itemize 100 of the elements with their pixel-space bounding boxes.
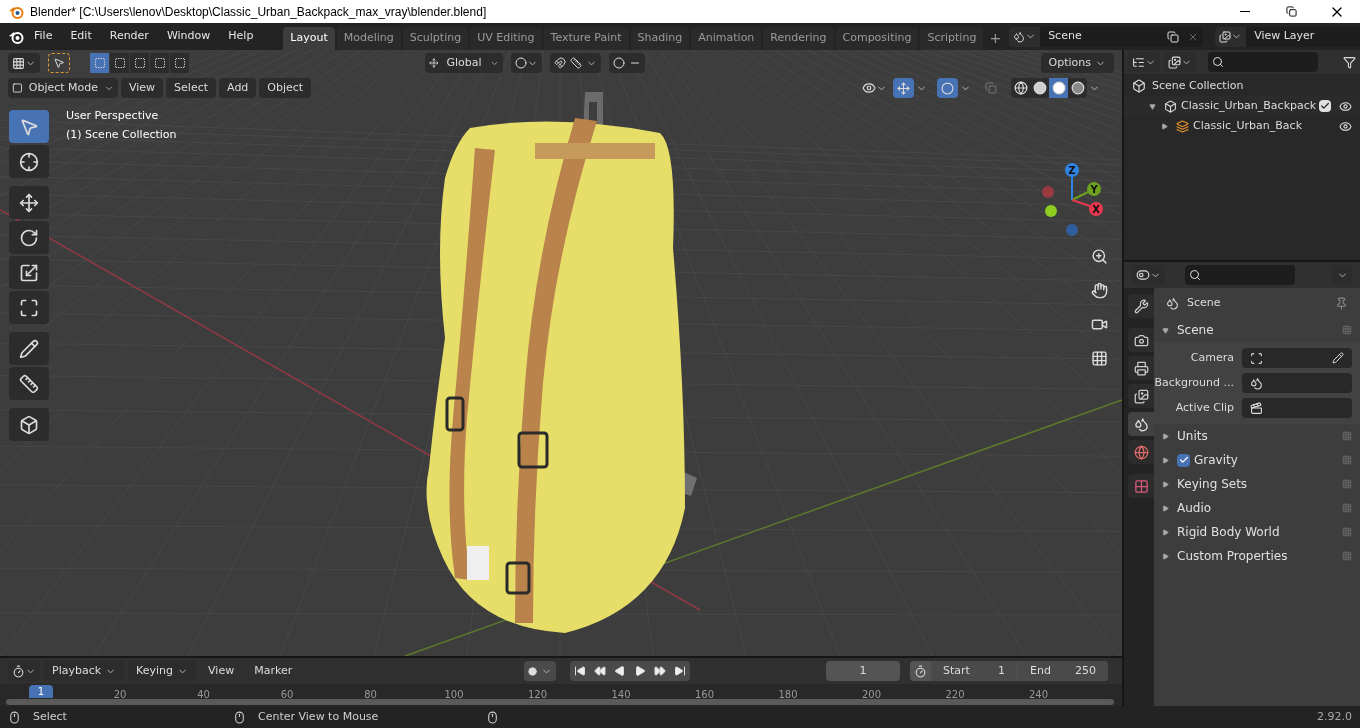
drag-handle-icon[interactable] (1342, 503, 1352, 513)
drag-handle-icon[interactable] (1342, 527, 1352, 537)
viewport-menu[interactable]: Add (219, 78, 257, 98)
workspace-tab[interactable]: Compositing (835, 27, 919, 50)
workspace-tab[interactable]: Shading (630, 27, 690, 50)
eyedropper-icon[interactable] (1332, 352, 1344, 364)
viewport-menu[interactable]: Select (166, 78, 217, 98)
snap-button[interactable] (549, 53, 601, 73)
mode-dropdown[interactable]: Object Mode (8, 78, 118, 98)
properties-tab[interactable] (1128, 294, 1154, 318)
toolbar-tool[interactable] (9, 221, 49, 254)
start-frame-field[interactable]: Start 1 (931, 661, 1017, 681)
select-mode-button[interactable] (110, 53, 129, 73)
view-layer-selector[interactable]: View Layer (1215, 26, 1360, 47)
shaded-sphere-icon (1070, 81, 1085, 95)
field-input[interactable] (1242, 398, 1352, 418)
drag-handle-icon[interactable] (1342, 551, 1352, 561)
workspace-tab[interactable]: Modeling (336, 27, 401, 50)
drag-handle-icon[interactable] (1342, 479, 1352, 489)
workspace-tab[interactable]: Scripting (920, 27, 984, 50)
drag-handle-icon[interactable] (1342, 325, 1352, 335)
editor-type-button[interactable] (8, 661, 40, 681)
workspace-tab[interactable]: Animation (691, 27, 762, 50)
properties-tab[interactable] (1128, 328, 1154, 352)
gravity-checkbox[interactable] (1177, 453, 1190, 467)
panel-header[interactable]: Keying Sets (1177, 475, 1338, 493)
timeline-menu[interactable]: View (200, 661, 243, 681)
field-input[interactable] (1242, 348, 1352, 368)
orientation-dropdown[interactable]: Global (424, 53, 503, 73)
toolbar-tool[interactable] (9, 332, 49, 365)
properties-tab[interactable] (1128, 384, 1154, 408)
select-mode-button[interactable] (170, 53, 189, 73)
viewport-menu[interactable]: Object (259, 78, 312, 98)
pin-icon[interactable] (1335, 296, 1348, 310)
editor-type-button[interactable] (1132, 265, 1165, 285)
panel-header[interactable]: Scene (1177, 321, 1338, 339)
toolbar-tool[interactable] (9, 367, 49, 400)
workspace-tab[interactable]: UV Editing (470, 27, 542, 50)
menu-item[interactable]: File (26, 28, 61, 45)
workspace-tab[interactable]: Texture Paint (543, 27, 629, 50)
select-mode-button[interactable] (130, 53, 149, 73)
auto-keying-button[interactable] (524, 661, 557, 681)
gizmo-toggle[interactable] (893, 78, 914, 98)
drag-handle-icon[interactable] (1342, 431, 1352, 441)
frame-number: 60 (280, 688, 294, 702)
menu-item[interactable]: Edit (62, 28, 100, 45)
display-mode-button[interactable] (1128, 52, 1160, 72)
exclude-checkbox[interactable] (1319, 100, 1331, 112)
menu-item[interactable]: Help (220, 28, 262, 45)
properties-tab[interactable] (1128, 412, 1154, 436)
panel-header[interactable]: Gravity (1194, 451, 1338, 469)
properties-tab[interactable] (1128, 474, 1154, 498)
toolbar-tool[interactable] (9, 186, 49, 219)
visibility-eye-icon[interactable] (1339, 119, 1352, 133)
properties-tab[interactable] (1128, 356, 1154, 380)
select-mode-button[interactable] (150, 53, 169, 73)
outliner-item[interactable]: Scene Collection (1152, 77, 1352, 95)
scene-selector[interactable]: Scene (1009, 26, 1204, 47)
properties-search-field[interactable] (1185, 265, 1295, 285)
grid-icon (1090, 349, 1108, 367)
panel-header[interactable]: Units (1177, 427, 1338, 445)
current-frame-indicator[interactable]: 1 (29, 685, 53, 698)
toolbar-tool[interactable] (9, 291, 49, 324)
transform-pivot-button[interactable] (8, 53, 40, 73)
pivot-point-button[interactable] (510, 53, 542, 73)
panel-header[interactable]: Rigid Body World (1177, 523, 1338, 541)
end-frame-field[interactable]: End 250 (1018, 661, 1108, 681)
outliner-item[interactable]: Classic_Urban_Backpack (1181, 97, 1319, 115)
outliner-search-field[interactable] (1208, 52, 1318, 72)
viewport-menu[interactable]: View (121, 78, 164, 98)
toolbar-tool[interactable] (9, 145, 49, 178)
shading-mode-button[interactable] (1049, 78, 1068, 98)
field-input[interactable] (1242, 373, 1352, 393)
toolbar-tool[interactable] (9, 256, 49, 289)
select-mode-icon (173, 57, 186, 69)
visibility-eye-icon[interactable] (1339, 99, 1352, 113)
menu-item[interactable]: Render (101, 28, 157, 45)
timeline-menu[interactable]: Marker (246, 661, 301, 681)
workspace-tab[interactable]: Layout (283, 27, 335, 50)
filter-icon[interactable] (1343, 55, 1356, 69)
proportional-edit-button[interactable] (608, 53, 645, 73)
properties-tab[interactable] (1128, 440, 1154, 464)
add-workspace-button[interactable]: + (985, 27, 1006, 50)
drag-handle-icon[interactable] (1342, 455, 1352, 465)
timeline-scrollbar[interactable] (6, 699, 1114, 705)
current-frame-field[interactable]: 1 (826, 661, 900, 681)
timeline-dropdown[interactable]: Playback (44, 661, 125, 681)
view-layer-button[interactable] (1164, 52, 1196, 72)
options-dropdown[interactable]: Options (1040, 53, 1114, 73)
panel-header[interactable]: Audio (1177, 499, 1338, 517)
overlay-toggle[interactable] (937, 78, 958, 98)
toolbar-tool[interactable] (9, 408, 49, 441)
menu-item[interactable]: Window (158, 28, 219, 45)
panel-header[interactable]: Custom Properties (1177, 547, 1338, 565)
field-label: Active Clip (1174, 399, 1234, 416)
workspace-tab[interactable]: Rendering (763, 27, 834, 50)
timeline-dropdown[interactable]: Keying (128, 661, 197, 681)
outliner-item[interactable]: Classic_Urban_Back (1193, 117, 1339, 135)
workspace-tab[interactable]: Sculpting (402, 27, 469, 50)
tool-mode-button[interactable] (48, 53, 70, 73)
